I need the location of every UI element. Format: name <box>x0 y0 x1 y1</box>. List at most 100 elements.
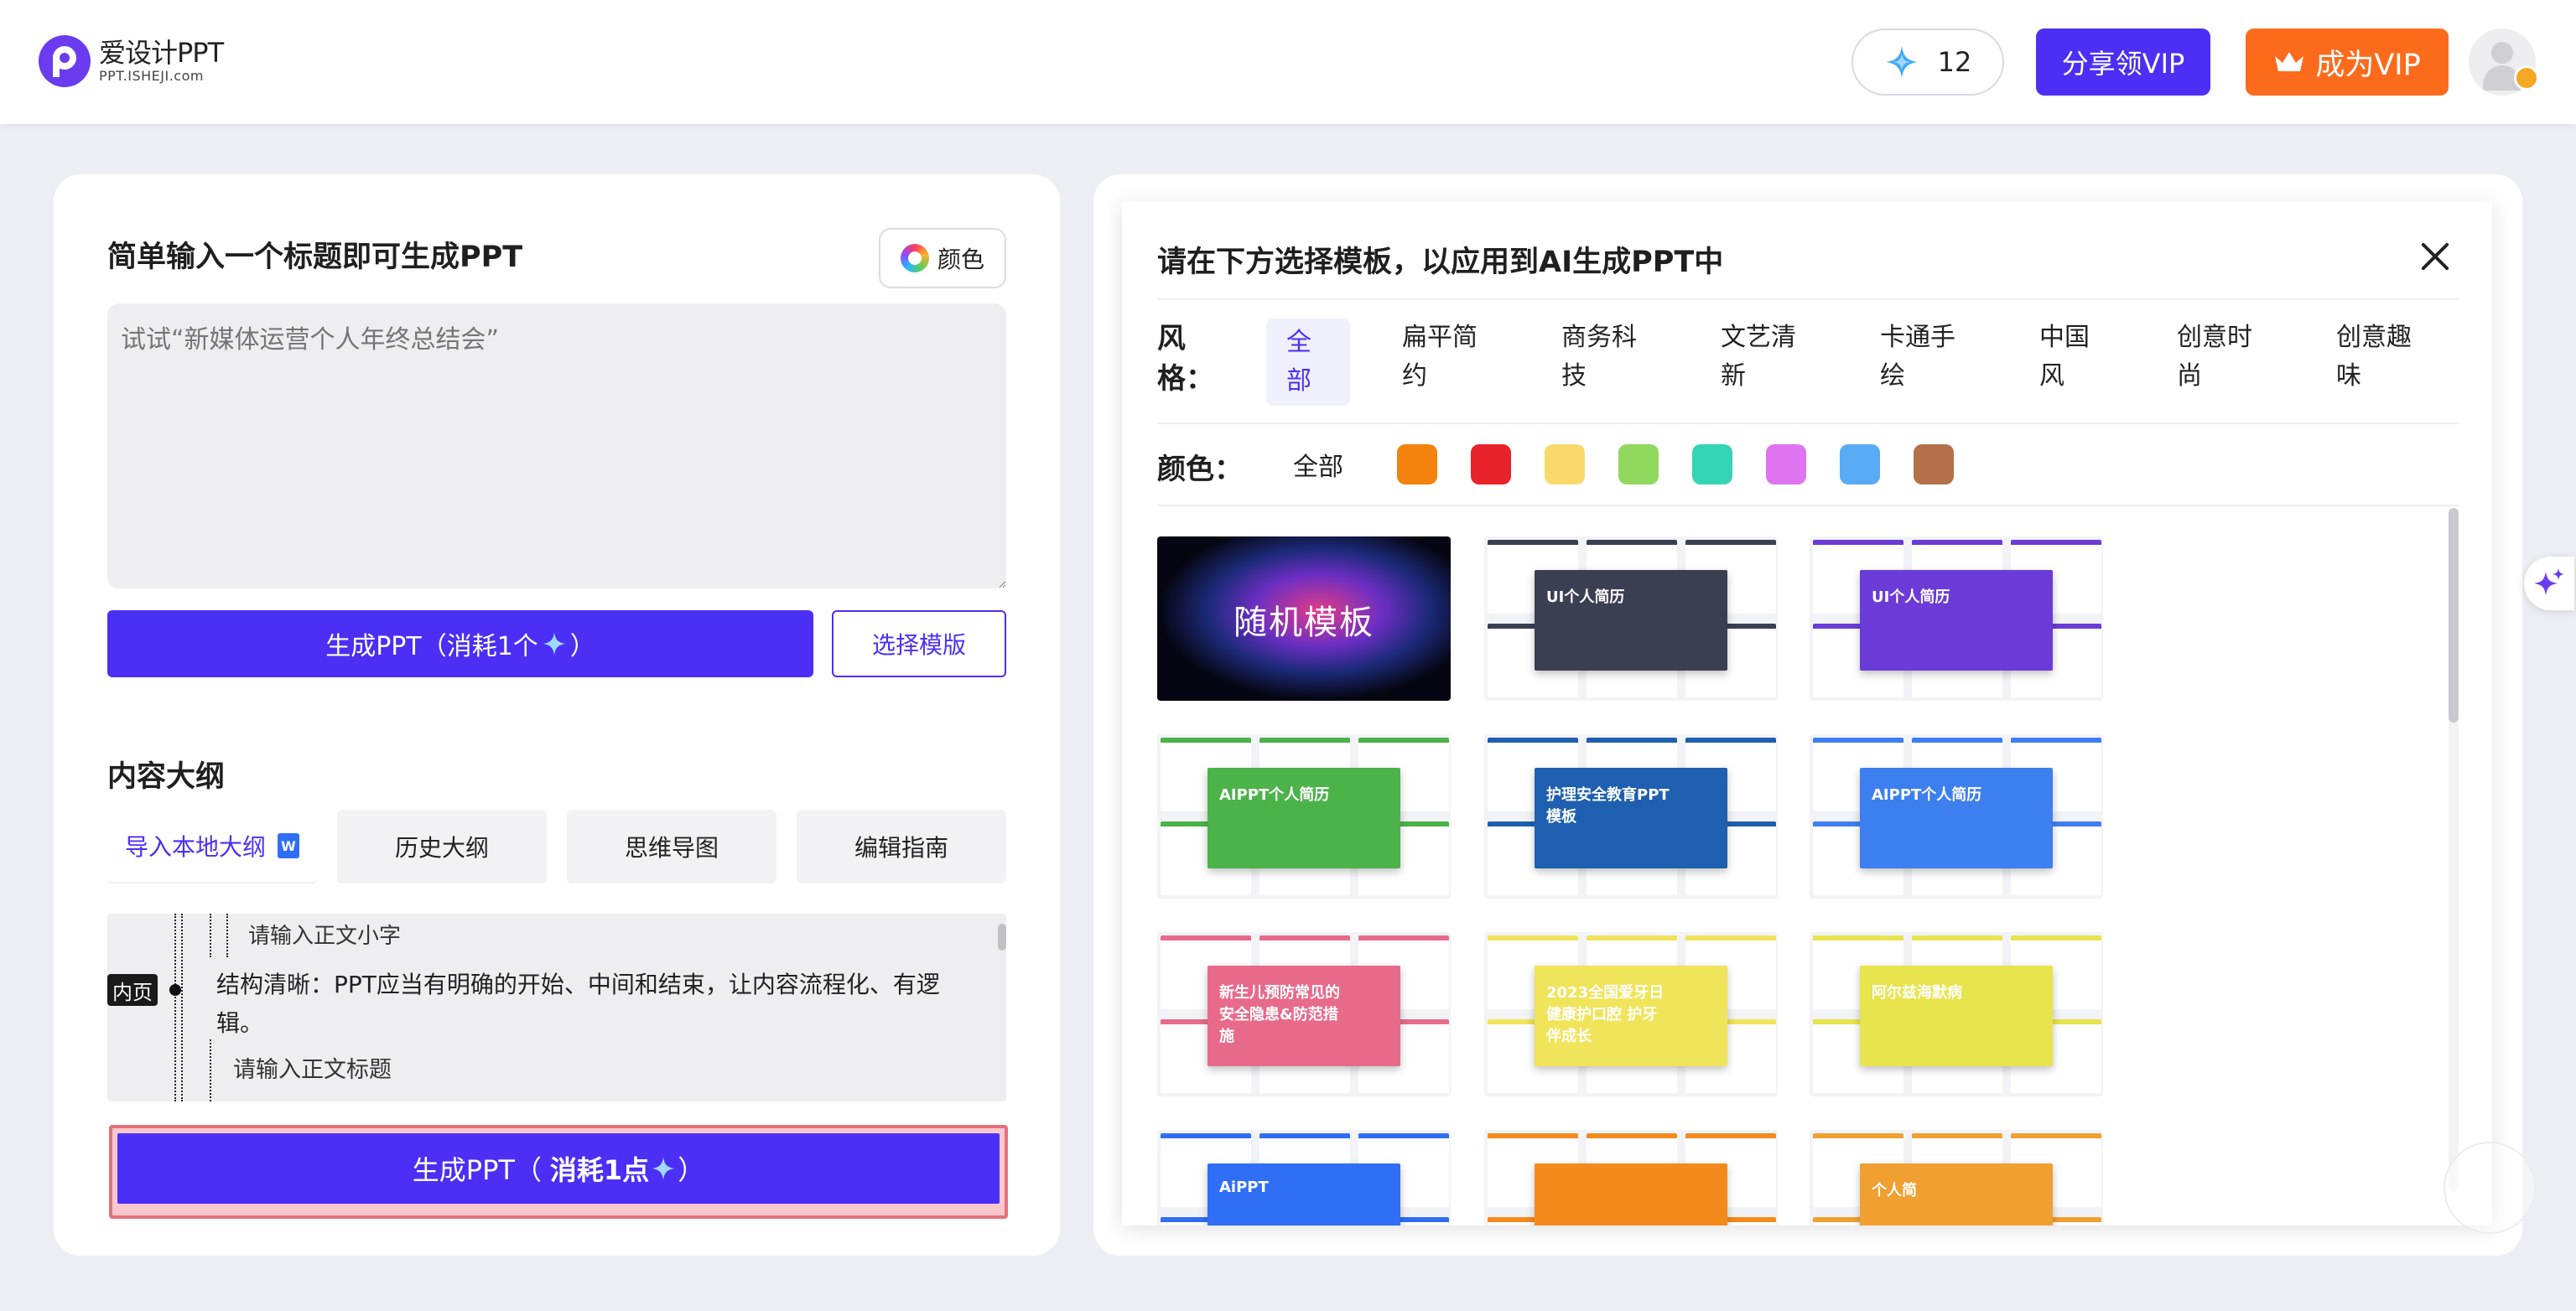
sparkle-icon <box>652 1157 675 1180</box>
avatar-head-icon <box>2491 42 2513 64</box>
generate-main-tail: ） <box>678 1154 705 1186</box>
template-card[interactable]: AIPPT个人简历 <box>1810 734 2103 899</box>
template-card-random[interactable]: 随机模板 <box>1157 536 1451 701</box>
outline-title: 内容大纲 <box>107 760 226 794</box>
back-to-top-button[interactable] <box>2444 1142 2536 1234</box>
color-swatch-teal[interactable] <box>1692 444 1732 484</box>
color-swatch-blue[interactable] <box>1840 444 1880 484</box>
generate-main-cost: 消耗1点 <box>549 1154 650 1186</box>
template-title: AIPPT个人简历 <box>1219 786 1330 804</box>
points-balance[interactable]: 12 <box>1852 28 2004 96</box>
logo-subtitle: PPT.ISHEJI.com <box>99 68 204 84</box>
color-button[interactable]: 颜色 <box>879 228 1006 288</box>
tree-guide <box>181 914 183 1101</box>
generate-ppt-button[interactable]: 生成PPT（消耗1个 ） <box>107 610 813 677</box>
generate-panel: 简单输入一个标题即可生成PPT 颜色 生成PPT（消耗1个 ） 选择模版 内容大… <box>54 174 1060 1256</box>
node-dot <box>169 984 181 996</box>
word-doc-icon: W <box>278 833 299 858</box>
tab-mind-map[interactable]: 思维导图 <box>567 810 776 884</box>
tab-import-outline[interactable]: 导入本地大纲 W <box>107 810 317 884</box>
template-title: UI个人简历 <box>1546 588 1625 606</box>
color-filter-all[interactable]: 全部 <box>1293 446 1343 483</box>
tab-edit-guide[interactable]: 编辑指南 <box>797 810 1006 884</box>
template-card[interactable]: 阿尔兹海默病 <box>1810 932 2103 1096</box>
template-title: 阿尔兹海默病 <box>1872 984 1962 1002</box>
style-tab-fashion[interactable]: 创意时尚 <box>2177 319 2261 396</box>
style-tab-business[interactable]: 商务科技 <box>1561 319 1645 396</box>
style-tab-fun[interactable]: 创意趣味 <box>2336 319 2420 396</box>
generate-ppt-label-tail: ） <box>569 632 595 661</box>
divider <box>1157 505 2459 506</box>
modal-title: 请在下方选择模板，以应用到AI生成PPT中 <box>1157 246 1724 279</box>
color-swatch-brown[interactable] <box>1914 444 1954 484</box>
style-tab-chinese[interactable]: 中国风 <box>2039 319 2095 396</box>
template-title: 2023全国爱牙日 健康护口腔 护牙伴成长 <box>1546 984 1665 1045</box>
style-tab-literary[interactable]: 文艺清新 <box>1721 319 1805 396</box>
outline-editor[interactable]: 请输入正文小字 内页 结构清晰：PPT应当有明确的开始、中间和结束，让内容流程化… <box>107 914 1006 1101</box>
outline-node-text[interactable]: 结构清晰：PPT应当有明确的开始、中间和结束，让内容流程化、有逻辑。 <box>216 966 971 1043</box>
color-swatch-green[interactable] <box>1618 444 1659 484</box>
sparkle-icon <box>1885 46 1918 78</box>
template-title: UI个人简历 <box>1872 588 1950 606</box>
share-vip-button[interactable]: 分享领VIP <box>2036 28 2210 96</box>
template-card[interactable]: 新生儿预防常见的安全隐患&防范措施 <box>1157 932 1451 1096</box>
style-tab-flat[interactable]: 扁平简约 <box>1402 319 1486 396</box>
template-card[interactable]: 2023全国爱牙日 健康护口腔 护牙伴成长 <box>1484 932 1778 1096</box>
tab-import-outline-label: 导入本地大纲 <box>124 833 266 861</box>
ai-assistant-button[interactable] <box>2524 557 2574 610</box>
style-tab-all[interactable]: 全部 <box>1266 319 1350 406</box>
close-icon[interactable] <box>2418 240 2452 273</box>
tree-guide <box>226 914 228 957</box>
style-tab-cartoon[interactable]: 卡通手绘 <box>1880 319 1964 396</box>
template-card[interactable]: AIPPT个人简历 <box>1157 734 1451 899</box>
outline-tabs: 导入本地大纲 W 历史大纲 思维导图 编辑指南 <box>107 810 1006 884</box>
divider <box>1157 298 2459 300</box>
generate-ppt-highlight: 生成PPT（ 消耗1点 ） <box>109 1125 1008 1219</box>
tree-guide <box>210 1039 211 1101</box>
divider <box>1157 422 2459 424</box>
outline-scrollbar[interactable] <box>998 924 1006 951</box>
color-swatch-red[interactable] <box>1471 444 1511 484</box>
template-card[interactable]: UI个人简历 <box>1484 536 1778 701</box>
template-card[interactable] <box>1484 1130 1778 1226</box>
color-wheel-icon <box>900 244 929 272</box>
style-label: 风格： <box>1157 322 1214 396</box>
template-card[interactable]: 护理安全教育PPT模板 <box>1484 734 1778 899</box>
outline-body-text[interactable]: 请输入正文小字 <box>248 919 401 950</box>
page-tag-badge: 内页 <box>107 974 158 1006</box>
outline-heading-text[interactable]: 请输入正文标题 <box>233 1051 392 1084</box>
template-modal: 请在下方选择模板，以应用到AI生成PPT中 风格： 全部 扁平简约 商务科技 文… <box>1122 201 2492 1226</box>
template-title: 个人简 <box>1872 1182 1917 1200</box>
generate-ppt-main-button[interactable]: 生成PPT（ 消耗1点 ） <box>117 1133 1000 1204</box>
top-header: 爱设计PPT PPT.ISHEJI.com 12 分享领VIP 成为VIP <box>0 0 2576 124</box>
color-swatch-orange[interactable] <box>1397 444 1437 484</box>
template-card[interactable]: UI个人简历 <box>1810 536 2103 701</box>
sparkle-icon <box>2534 568 2564 595</box>
become-vip-label: 成为VIP <box>2315 48 2421 82</box>
tree-guide <box>174 914 176 1101</box>
become-vip-button[interactable]: 成为VIP <box>2246 28 2449 96</box>
template-card[interactable]: 个人简 <box>1810 1130 2103 1226</box>
color-swatch-yellow[interactable] <box>1545 444 1585 484</box>
points-count: 12 <box>1937 46 1972 78</box>
random-template-label: 随机模板 <box>1233 604 1374 642</box>
vip-badge-icon <box>2514 65 2539 91</box>
logo-mark-icon <box>39 35 91 87</box>
crown-icon <box>2275 52 2304 71</box>
template-title: 护理安全教育PPT模板 <box>1546 786 1670 826</box>
template-title: AIPPT个人简历 <box>1872 786 1982 804</box>
template-scrollbar[interactable] <box>2449 508 2459 1192</box>
logo[interactable]: 爱设计PPT PPT.ISHEJI.com <box>39 35 224 87</box>
template-title: AiPPT <box>1219 1179 1269 1196</box>
tab-history-outline[interactable]: 历史大纲 <box>337 810 547 884</box>
scrollbar-thumb[interactable] <box>2449 508 2459 723</box>
generate-main-label: 生成PPT（ <box>412 1154 542 1186</box>
template-card[interactable]: AiPPT <box>1157 1130 1451 1226</box>
tree-guide <box>210 914 211 957</box>
template-main-slide <box>1535 1163 1727 1226</box>
template-grid: 随机模板 UI个人简历 UI个人简历 AIPPT个人简历 护理安全教育PPT模板 AIP… <box>1157 536 2433 1226</box>
logo-title: 爱设计PPT <box>99 37 224 69</box>
color-swatch-purple[interactable] <box>1766 444 1806 484</box>
topic-input[interactable] <box>107 303 1006 588</box>
choose-template-button[interactable]: 选择模版 <box>832 610 1006 677</box>
